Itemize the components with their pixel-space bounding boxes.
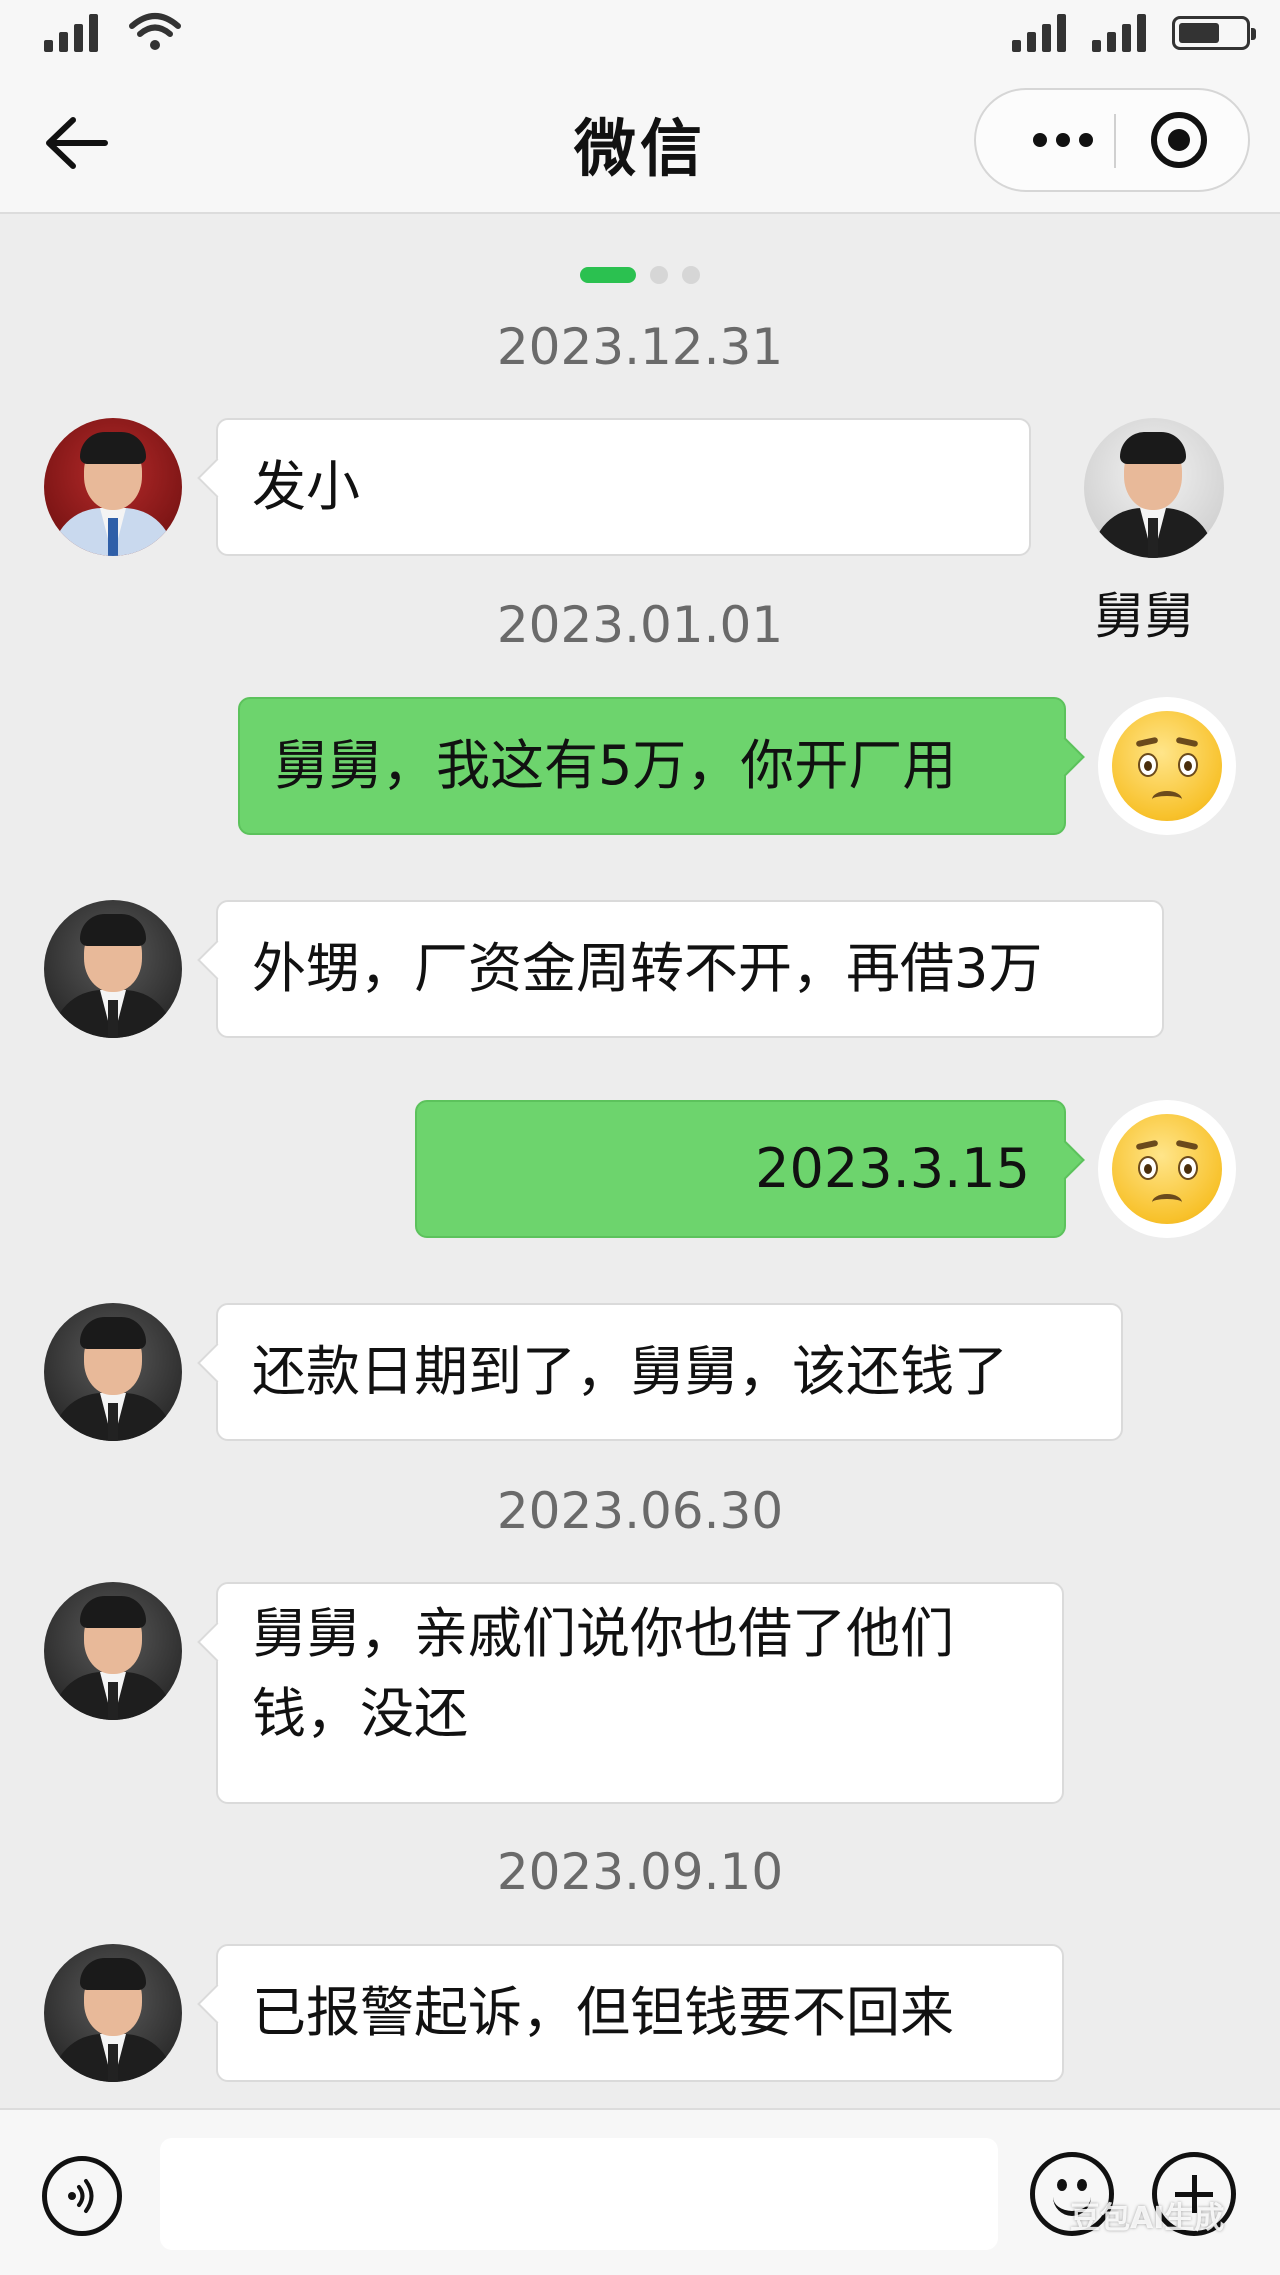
mini-program-capsule [974, 88, 1250, 192]
timestamp: 2023.06.30 [496, 1482, 784, 1540]
message-bubble[interactable]: 2023.3.15 [415, 1100, 1066, 1238]
avatar[interactable] [1098, 1100, 1236, 1238]
signal-icon [44, 12, 98, 52]
page-dot [682, 266, 700, 284]
timestamp: 2023.01.01 [496, 596, 784, 654]
voice-icon[interactable] [42, 2156, 122, 2236]
signal-icon [1092, 12, 1146, 52]
avatar[interactable] [44, 900, 182, 1038]
status-right [1012, 12, 1256, 52]
timestamp: 2023.09.10 [496, 1843, 784, 1901]
record-icon[interactable] [1151, 112, 1207, 168]
capsule-divider [1114, 114, 1116, 168]
battery-icon [1172, 16, 1256, 50]
status-left [44, 12, 182, 52]
message-input[interactable] [160, 2138, 998, 2250]
more-icon[interactable] [1008, 90, 1118, 190]
page-dot [650, 266, 668, 284]
status-bar [0, 0, 1280, 70]
input-bar [0, 2108, 1280, 2275]
page-dot-active [580, 267, 636, 283]
message-bubble[interactable]: 已报警起诉，但钽钱要不回来 [216, 1944, 1064, 2082]
timestamp: 2023.12.31 [496, 318, 784, 376]
signal-icon [1012, 12, 1066, 52]
avatar[interactable] [44, 1303, 182, 1441]
message-bubble[interactable]: 发小 [216, 418, 1031, 556]
watermark: 豆包AI生成 [1070, 2201, 1225, 2236]
message-bubble[interactable]: 还款日期到了，舅舅，该还钱了 [216, 1303, 1123, 1441]
nav-header: 微信 [0, 70, 1280, 214]
avatar[interactable] [44, 1582, 182, 1720]
message-bubble[interactable]: 舅舅，我这有5万，你开厂用 [238, 697, 1066, 835]
avatar[interactable] [44, 418, 182, 556]
message-bubble[interactable]: 舅舅，亲戚们说你也借了他们钱，没还 [216, 1582, 1064, 1804]
avatar[interactable] [44, 1944, 182, 2082]
message-bubble[interactable]: 外甥，厂资金周转不开，再借3万 [216, 900, 1164, 1038]
avatar[interactable] [1098, 697, 1236, 835]
avatar[interactable] [1084, 418, 1224, 558]
wifi-icon [129, 13, 181, 50]
page-indicator [0, 266, 1280, 284]
